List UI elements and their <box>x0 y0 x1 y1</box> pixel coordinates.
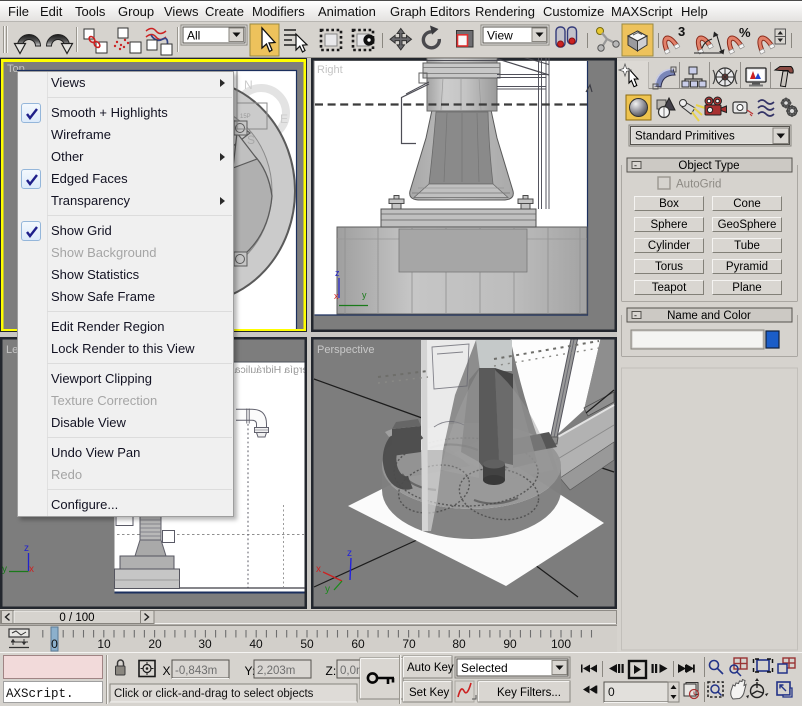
svg-text:80: 80 <box>452 637 466 651</box>
svg-text:z: z <box>335 268 340 278</box>
svg-text:Set Key: Set Key <box>409 687 450 699</box>
svg-text:y: y <box>2 564 7 575</box>
svg-text:y: y <box>362 290 367 300</box>
svg-text:E: E <box>280 112 288 126</box>
svg-text:x: x <box>316 564 321 575</box>
svg-text:S: S <box>247 133 255 147</box>
svg-text:0: 0 <box>51 637 58 651</box>
svg-text:%: % <box>739 25 751 40</box>
svg-text:x: x <box>334 291 339 301</box>
svg-text:N: N <box>244 78 253 92</box>
svg-text:60: 60 <box>351 637 365 651</box>
svg-text:Object Type: Object Type <box>678 160 739 172</box>
svg-text:Z:: Z: <box>326 664 337 678</box>
svg-text:z: z <box>24 543 29 554</box>
svg-text:View: View <box>487 29 513 43</box>
svg-text:90: 90 <box>503 637 517 651</box>
svg-text:Name and Color: Name and Color <box>667 310 751 322</box>
svg-text:Click or click-and-drag to sel: Click or click-and-drag to select object… <box>114 688 314 700</box>
svg-text:0: 0 <box>608 685 615 699</box>
svg-text:Auto Key: Auto Key <box>407 662 454 674</box>
svg-text:-: - <box>634 161 637 171</box>
svg-text:20: 20 <box>148 637 162 651</box>
svg-text:2,203m: 2,203m <box>257 665 295 677</box>
svg-text:Key Filters...: Key Filters... <box>497 687 561 699</box>
svg-text:40: 40 <box>249 637 263 651</box>
svg-text:0 / 100: 0 / 100 <box>59 612 94 624</box>
svg-text:15P: 15P <box>240 114 251 120</box>
svg-text:x: x <box>29 564 34 575</box>
svg-text:100: 100 <box>551 637 571 651</box>
svg-text:10: 10 <box>97 637 111 651</box>
svg-text:0,0n: 0,0n <box>340 665 362 677</box>
svg-text:Right: Right <box>317 64 343 76</box>
svg-text:-0,843m: -0,843m <box>175 665 217 677</box>
svg-text:Selected: Selected <box>461 661 508 675</box>
svg-text:AutoGrid: AutoGrid <box>676 179 721 191</box>
svg-text:z: z <box>347 548 352 559</box>
svg-text:y: y <box>325 584 330 595</box>
svg-text:AXScript.: AXScript. <box>6 687 74 701</box>
svg-text:Standard Primitives: Standard Primitives <box>635 131 735 143</box>
svg-text:50: 50 <box>300 637 314 651</box>
svg-text:-: - <box>634 311 637 321</box>
svg-text:30: 30 <box>198 637 212 651</box>
svg-text:All: All <box>187 29 200 43</box>
svg-text:70: 70 <box>402 637 416 651</box>
svg-text:3: 3 <box>678 24 685 39</box>
svg-text:Perspective: Perspective <box>317 344 374 356</box>
